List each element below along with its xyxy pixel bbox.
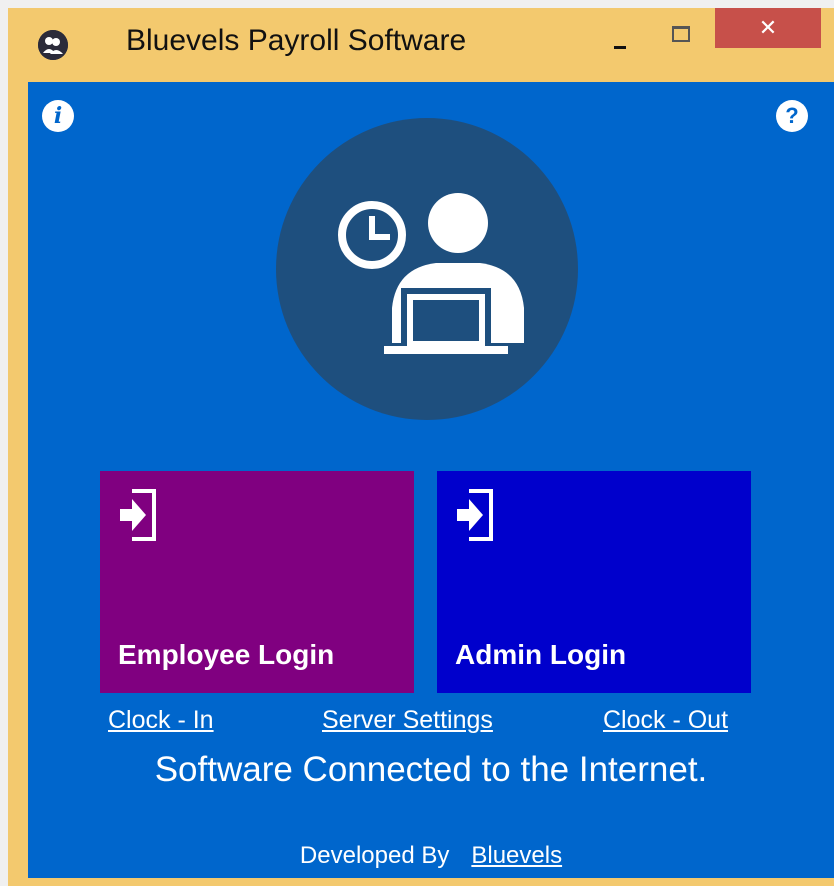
info-icon[interactable]: i	[42, 100, 74, 132]
clock-out-link[interactable]: Clock - Out	[603, 706, 728, 735]
minimize-button[interactable]	[606, 22, 640, 56]
clock-in-link[interactable]: Clock - In	[108, 706, 214, 735]
app-user-icon	[38, 30, 68, 60]
admin-login-tile[interactable]: Admin Login	[437, 471, 751, 693]
developer-link[interactable]: Bluevels	[471, 842, 562, 869]
footer: Developed By Bluevels	[28, 842, 834, 870]
employee-login-label: Employee Login	[118, 639, 335, 670]
maximize-button[interactable]	[664, 18, 698, 52]
login-icon	[120, 489, 156, 541]
employee-login-tile[interactable]: Employee Login	[100, 471, 414, 693]
developed-by-label: Developed By	[299, 842, 450, 869]
app-window: Bluevels Payroll Software ✕ i ? Employee…	[8, 8, 834, 886]
hero-circle	[276, 118, 578, 420]
server-settings-link[interactable]: Server Settings	[322, 706, 493, 735]
admin-login-label: Admin Login	[455, 639, 627, 670]
close-icon: ✕	[758, 15, 778, 40]
title-bar[interactable]: Bluevels Payroll Software ✕	[8, 8, 834, 80]
window-title: Bluevels Payroll Software	[126, 24, 467, 57]
login-icon	[457, 489, 493, 541]
connection-status: Software Connected to the Internet.	[154, 750, 708, 789]
close-button[interactable]: ✕	[715, 8, 821, 48]
main-panel: i ? Employee Login Admin Login Clock - I…	[28, 82, 834, 878]
help-icon[interactable]: ?	[776, 100, 808, 132]
user-clock-laptop-icon	[337, 193, 524, 354]
